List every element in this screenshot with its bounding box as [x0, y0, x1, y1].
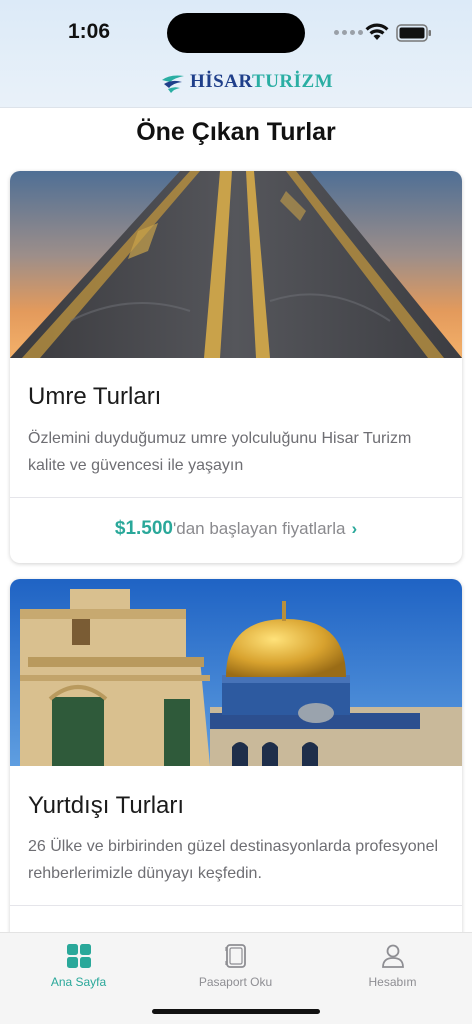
chevron-right-icon: ›	[351, 519, 358, 538]
tab-label: Pasaport Oku	[198, 975, 273, 989]
umre-tour-image	[10, 171, 462, 358]
card-description: 26 Ülke ve birbirinden güzel destinasyon…	[28, 838, 439, 882]
card-title: Umre Turları	[28, 383, 162, 410]
dynamic-island	[167, 13, 305, 53]
page-title: Öne Çıkan Turlar	[136, 118, 336, 146]
tab-label: Hesabım	[368, 975, 417, 989]
card-divider	[10, 905, 462, 906]
tab-pasaport-oku[interactable]: Pasaport Oku	[157, 943, 314, 989]
user-icon	[381, 944, 404, 968]
card-description: Özlemini duyduğumuz umre yolculuğunu His…	[28, 430, 412, 474]
price-suffix: 'dan başlayan fiyatlarla	[173, 519, 346, 538]
grid-icon	[66, 944, 91, 968]
price-link[interactable]: $1.500'dan başlayan fiyatlarla ›	[10, 518, 462, 540]
cellular-signal-icon	[334, 30, 363, 35]
home-indicator	[152, 1009, 320, 1014]
price-amount: $1.500	[114, 518, 174, 539]
battery-icon	[396, 24, 431, 42]
yurtdisi-tour-image	[10, 579, 462, 766]
tab-ana-sayfa[interactable]: Ana Sayfa	[0, 943, 157, 989]
hisar-turizm-logo: HİSARTURİZM	[160, 70, 333, 94]
tour-card-umre[interactable]: Umre Turları Özlemini duyduğumuz umre yo…	[10, 171, 462, 563]
passport-icon	[224, 944, 246, 968]
tour-card-yurtdisi[interactable]: Yurtdışı Turları 26 Ülke ve birbirinden …	[10, 579, 462, 959]
tab-label: Ana Sayfa	[50, 975, 107, 989]
status-time: 1:06	[68, 20, 111, 43]
card-divider	[10, 497, 462, 498]
app-header: 1:06 HİSARTURİZM	[0, 0, 472, 108]
wifi-icon	[365, 23, 389, 40]
card-title: Yurtdışı Turları	[28, 792, 185, 819]
tab-hesabim[interactable]: Hesabım	[314, 943, 471, 989]
bird-logo-icon	[162, 75, 184, 93]
